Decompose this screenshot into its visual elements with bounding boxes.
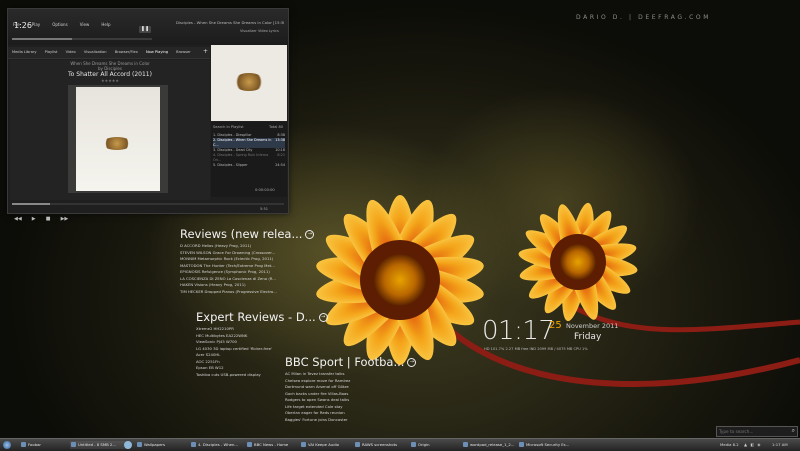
bbc-sport-gadget: BBC Sport | Footba... → AC Milan in Tevez… [285, 355, 417, 423]
menu-play[interactable]: Play [32, 22, 40, 27]
side-album-art [211, 45, 287, 121]
reviews-gadget: Reviews (new relea... → D ACCORD Helios (… [180, 227, 315, 295]
tab-video[interactable]: Video [66, 50, 76, 54]
tab-media-library[interactable]: Media Library [12, 50, 37, 54]
stop-icon[interactable]: ■ [46, 216, 51, 222]
taskbar-item[interactable]: VAI Keepe Audio [300, 441, 358, 449]
playlist-time: 0:00:00:00 [255, 188, 275, 192]
rating-stars[interactable]: ★★★★★ [10, 78, 210, 83]
media-player-window: File Play Options View Help 1:26 ❚❚ Disc… [7, 8, 289, 222]
seek-bar[interactable] [12, 38, 152, 40]
playlist-row[interactable]: 4. Disciples - Spring Ruin Inferno Ori..… [213, 153, 285, 163]
reviews-list: D ACCORD Helios (Heavy Prog, 2011) STEVE… [180, 243, 314, 295]
search-icon[interactable]: ⌕ [792, 427, 795, 435]
toggle-visualizer[interactable]: Visualizer [240, 29, 257, 33]
taskbar-item[interactable]: Origin [410, 441, 466, 449]
taskbar-item[interactable]: RAWS screenshots [354, 441, 414, 449]
menu-view[interactable]: View [80, 22, 90, 27]
pause-icon[interactable]: ❚❚ [139, 26, 151, 33]
reviews-title[interactable]: Reviews (new relea... [180, 227, 302, 241]
album-art-object [102, 137, 132, 150]
taskbar: Foobar Untitled - 8 SMB 2... Wallpapers … [0, 438, 800, 451]
next-icon[interactable]: ▶▶ [61, 216, 69, 222]
toggle-lyrics[interactable]: Lyrics [269, 29, 279, 33]
tab-browser-flex[interactable]: Browser/Flex [115, 50, 138, 54]
arrow-right-icon[interactable]: → [318, 313, 328, 322]
tray-media-label[interactable]: Media 8.2 [720, 442, 739, 447]
side-album-object [233, 73, 265, 91]
add-tab-icon[interactable]: + [203, 48, 208, 55]
list-item[interactable]: TIM HECKER Dropped Pianos (Progressive E… [180, 289, 314, 296]
tray-icons[interactable]: ▲ ◧ ◈ [744, 442, 761, 447]
play-icon[interactable]: ▶ [32, 216, 36, 222]
clock-time: 01:17 [482, 316, 555, 346]
arrow-right-icon[interactable]: → [407, 358, 417, 367]
taskbar-item[interactable]: Wallpapers [136, 441, 194, 449]
view-toggles: Visualizer Video Lyrics [240, 29, 279, 33]
system-stats: HD 101.7% 2.27 MB free IND 2099 MB / 407… [484, 347, 588, 351]
playlist-list: 1. Disciples - Diespillar 8:38 2. Discipl… [213, 133, 285, 168]
now-playing-panel: When She Dreams She Dreams in Color by D… [10, 60, 210, 200]
album-art [76, 87, 160, 191]
start-button[interactable] [3, 441, 11, 449]
expert-reviews-title[interactable]: Expert Reviews - D... [196, 310, 316, 324]
taskbar-item[interactable]: Microsoft Security Es... [518, 441, 584, 449]
playlist-row[interactable]: 5. Disciples - Slipper 24:54 [213, 163, 285, 168]
window-title: Disciples - When She Dreams She Dreams i… [176, 20, 284, 25]
taskbar-item[interactable]: BBC News - Home [246, 441, 304, 449]
bbc-sport-list: AC Milan in Tevez transfer talks Chelsea… [285, 371, 416, 423]
volume-label: 5:51 [260, 207, 269, 211]
tab-visualization[interactable]: Visualization [84, 50, 107, 54]
clock-weekday: Friday [574, 332, 602, 342]
elapsed-time: 1:26 [14, 21, 32, 30]
nav-tabs: Media Library Playlist Video Visualizati… [8, 47, 210, 59]
taskbar-item[interactable]: Foobar [20, 441, 72, 449]
search-input[interactable] [719, 427, 783, 436]
playlist-search-label[interactable]: Search in Playlist [213, 125, 244, 129]
toggle-video[interactable]: Video [258, 29, 268, 33]
desktop-search: ⌕ [716, 426, 798, 437]
taskbar-item[interactable]: 4. Disciples - When... [190, 441, 250, 449]
tab-now-playing[interactable]: Now Playing [146, 50, 168, 54]
taskbar-item[interactable]: wordpad_release_1_2... [462, 441, 522, 449]
transport-controls: ◀◀ ▶ ■ ▶▶ [14, 205, 73, 224]
list-item[interactable]: Baggies' Fortune joins Doncaster [285, 417, 416, 424]
player-header: File Play Options View Help 1:26 ❚❚ Disc… [8, 9, 288, 45]
album-title: To Shatter All Accord (2011) [68, 71, 152, 78]
tab-playlist[interactable]: Playlist [45, 50, 58, 54]
clock-day: 25 [549, 320, 562, 331]
browser-icon[interactable] [124, 441, 132, 449]
bbc-sport-title[interactable]: BBC Sport | Footba... [285, 355, 404, 369]
taskbar-clock[interactable]: 1:17 AM [772, 442, 788, 447]
album-art-frame [68, 85, 168, 193]
playlist-panel: Search in Playlist Total 80 1. Disciples… [211, 122, 287, 197]
previous-icon[interactable]: ◀◀ [14, 216, 22, 222]
menu-help[interactable]: Help [101, 22, 110, 27]
menu-options[interactable]: Options [52, 22, 67, 27]
clock-month-year: November 2011 [566, 322, 619, 330]
arrow-right-icon[interactable]: → [305, 230, 315, 239]
playlist-row[interactable]: 2. Disciples - When She Dreams in C... 13… [213, 138, 285, 148]
playlist-total: Total 80 [269, 125, 284, 129]
tab-browser[interactable]: Browser [176, 50, 191, 54]
taskbar-item[interactable]: Untitled - 8 SMB 2... [70, 441, 130, 449]
